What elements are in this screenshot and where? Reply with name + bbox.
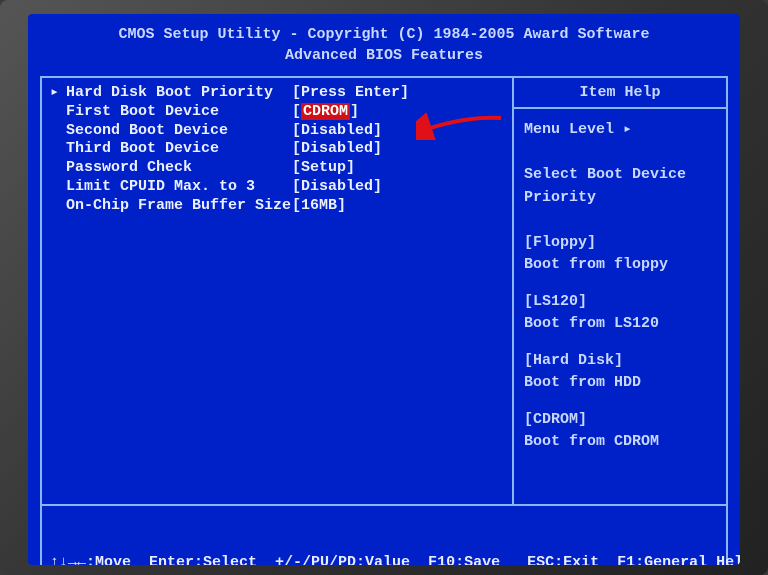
header-line1: CMOS Setup Utility - Copyright (C) 1984-… [28, 24, 740, 45]
menu-value: [Press Enter] [292, 84, 409, 103]
footer-keys: ↑↓→←:Move Enter:Select +/-/PU/PD:Value F… [40, 504, 728, 565]
help-option-harddisk: [Hard Disk] Boot from HDD [524, 350, 716, 395]
bios-screen: CMOS Setup Utility - Copyright (C) 1984-… [28, 14, 740, 565]
help-description: Select Boot Device Priority [524, 164, 716, 209]
menu-item-third-boot[interactable]: Third Boot Device [Disabled] [50, 140, 504, 159]
menu-label: Limit CPUID Max. to 3 [66, 178, 292, 197]
menu-label: Third Boot Device [66, 140, 292, 159]
help-option-desc: Boot from floppy [524, 254, 716, 277]
menu-value: [Disabled] [292, 140, 382, 159]
settings-panel: ▸ Hard Disk Boot Priority [Press Enter] … [42, 78, 512, 504]
help-option-desc: Boot from LS120 [524, 313, 716, 336]
submenu-arrow-icon [50, 103, 66, 122]
help-option-ls120: [LS120] Boot from LS120 [524, 291, 716, 336]
menu-label: Hard Disk Boot Priority [66, 84, 292, 103]
menu-item-password-check[interactable]: Password Check [Setup] [50, 159, 504, 178]
help-option-cdrom: [CDROM] Boot from CDROM [524, 409, 716, 454]
help-option-name: [CDROM] [524, 409, 716, 432]
help-body: Menu Level ▸ Select Boot Device Priority… [514, 109, 726, 478]
menu-label: On-Chip Frame Buffer Size [66, 197, 292, 216]
menu-item-hdd-priority[interactable]: ▸ Hard Disk Boot Priority [Press Enter] [50, 84, 504, 103]
submenu-arrow-icon [50, 197, 66, 216]
menu-value: [Setup] [292, 159, 355, 178]
menu-level: Menu Level ▸ [524, 119, 716, 142]
help-title: Item Help [514, 78, 726, 109]
menu-label: Second Boot Device [66, 122, 292, 141]
help-option-name: [Floppy] [524, 232, 716, 255]
menu-label: First Boot Device [66, 103, 292, 122]
submenu-arrow-icon [50, 178, 66, 197]
header-line2: Advanced BIOS Features [28, 45, 740, 66]
menu-item-second-boot[interactable]: Second Boot Device [Disabled] [50, 122, 504, 141]
help-option-name: [Hard Disk] [524, 350, 716, 373]
submenu-arrow-icon [50, 122, 66, 141]
menu-item-frame-buffer[interactable]: On-Chip Frame Buffer Size [16MB] [50, 197, 504, 216]
help-option-name: [LS120] [524, 291, 716, 314]
submenu-arrow-icon: ▸ [50, 84, 66, 103]
selected-value: CDROM [301, 103, 350, 120]
header: CMOS Setup Utility - Copyright (C) 1984-… [28, 14, 740, 72]
menu-item-first-boot[interactable]: First Boot Device [CDROM] [50, 103, 504, 122]
help-option-floppy: [Floppy] Boot from floppy [524, 232, 716, 277]
menu-label: Password Check [66, 159, 292, 178]
menu-value: [CDROM] [292, 103, 359, 122]
footer-line1: ↑↓→←:Move Enter:Select +/-/PU/PD:Value F… [50, 553, 718, 566]
menu-value: [16MB] [292, 197, 346, 216]
menu-item-limit-cpuid[interactable]: Limit CPUID Max. to 3 [Disabled] [50, 178, 504, 197]
help-option-desc: Boot from HDD [524, 372, 716, 395]
menu-value: [Disabled] [292, 178, 382, 197]
menu-value: [Disabled] [292, 122, 382, 141]
submenu-arrow-icon [50, 140, 66, 159]
help-panel: Item Help Menu Level ▸ Select Boot Devic… [512, 78, 726, 504]
content-box: ▸ Hard Disk Boot Priority [Press Enter] … [40, 76, 728, 504]
help-option-desc: Boot from CDROM [524, 431, 716, 454]
submenu-arrow-icon [50, 159, 66, 178]
